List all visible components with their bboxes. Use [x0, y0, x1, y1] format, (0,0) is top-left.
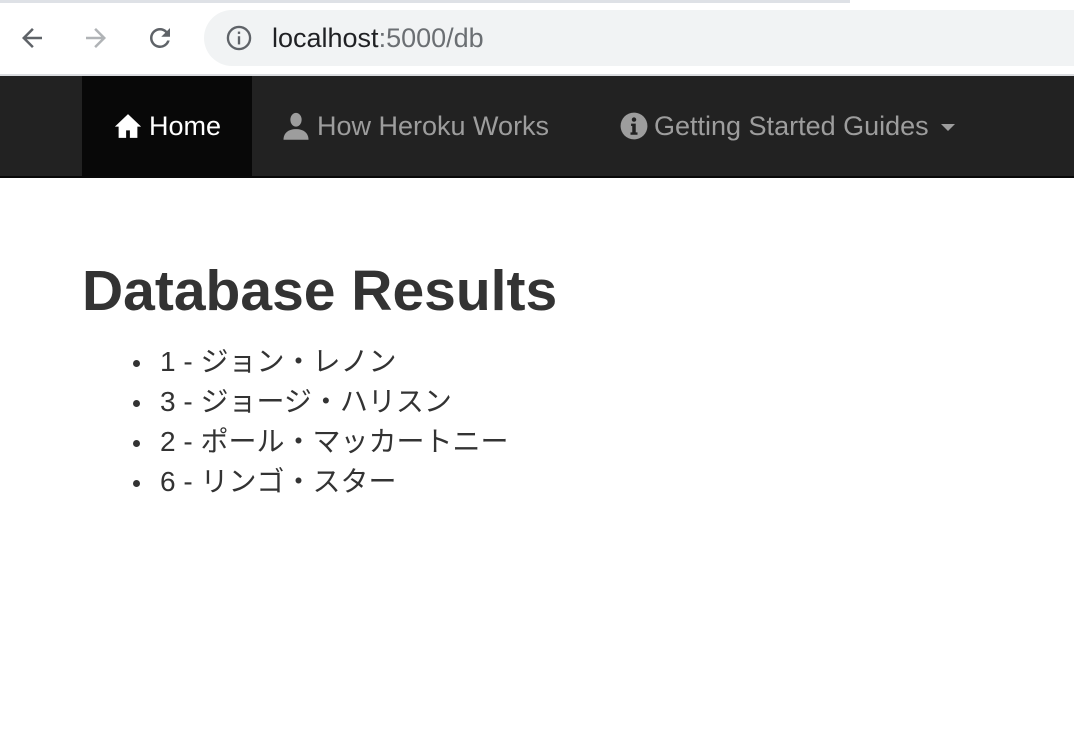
tab-strip-edge	[0, 0, 850, 3]
url-text[interactable]: localhost:5000/db	[272, 23, 484, 53]
arrow-right-icon	[86, 28, 106, 48]
nav-item-home[interactable]: Home	[82, 76, 252, 176]
list-item: 1 - ジョン・レノン	[132, 342, 508, 382]
info-circle-icon[interactable]	[225, 24, 253, 52]
nav-item-getting-started-guides[interactable]: Getting Started Guides	[620, 76, 955, 176]
nav-item-label: Home	[148, 110, 222, 141]
nav-item-label: How Heroku Works	[317, 110, 550, 141]
list-item: 6 - リンゴ・スター	[132, 462, 508, 502]
nav-item-label: Getting Started Guides	[654, 110, 929, 141]
info-sign-icon	[620, 112, 648, 140]
user-icon	[283, 112, 309, 140]
chevron-down-icon	[940, 124, 955, 131]
nav-item-how-heroku-works[interactable]: How Heroku Works	[281, 76, 549, 176]
forward-button[interactable]	[74, 16, 118, 60]
list-item: 2 - ポール・マッカートニー	[132, 422, 508, 462]
back-button[interactable]	[10, 16, 54, 60]
address-bar[interactable]: localhost:5000/db	[204, 10, 1074, 66]
url-path: :5000/db	[378, 23, 484, 53]
url-host: localhost	[272, 23, 379, 53]
page-title: Database Results	[82, 259, 558, 323]
arrow-left-icon	[22, 28, 42, 48]
home-icon	[114, 114, 142, 138]
reload-button[interactable]	[138, 16, 182, 60]
list-item: 3 - ジョージ・ハリスン	[132, 382, 508, 422]
top-navbar: Home How Heroku Works Getting Started Gu…	[0, 76, 1074, 178]
results-list: 1 - ジョン・レノン 3 - ジョージ・ハリスン 2 - ポール・マッカートニ…	[132, 342, 508, 502]
browser-toolbar: localhost:5000/db	[0, 0, 1074, 76]
reload-icon	[150, 28, 170, 48]
